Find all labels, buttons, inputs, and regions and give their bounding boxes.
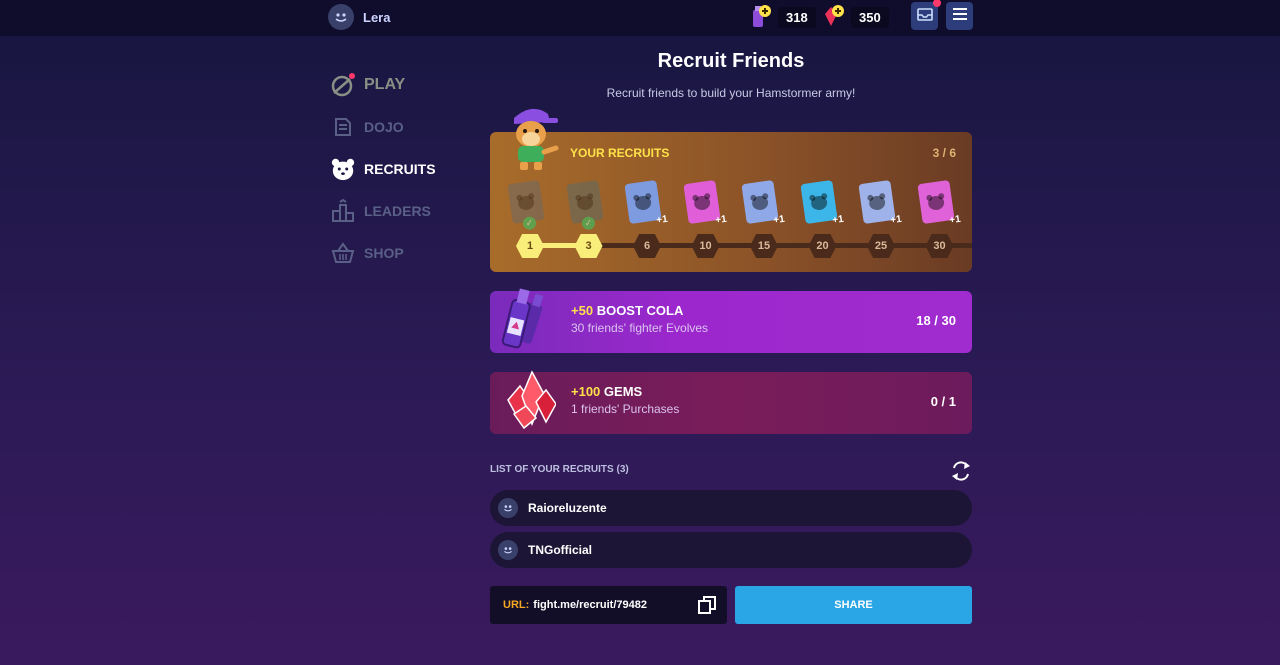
nav-label-play: PLAY [364, 76, 406, 93]
card-bonus: +1 [655, 213, 669, 227]
avatar [498, 540, 518, 560]
gem-icon [823, 4, 845, 31]
reward-boost-cola: +50 BOOST COLA 30 friends' fighter Evolv… [490, 288, 972, 353]
top-bar: Lera 318 350 [0, 0, 1280, 36]
nav-label-leaders: LEADERS [364, 203, 431, 219]
card-bonus: +1 [714, 213, 727, 227]
dojo-icon [330, 114, 356, 140]
milestone-marker: 20 [808, 234, 837, 258]
milestone-track: 1 3 6 10 15 20 25 30 [514, 232, 972, 258]
hamster-mascot-icon [504, 104, 562, 172]
currency-gems[interactable]: 350 [823, 4, 889, 31]
card-bonus: +1 [889, 213, 903, 227]
hamster-skull-icon [574, 193, 593, 211]
recruit-url: fight.me/recruit/79482 [533, 599, 647, 611]
gem-crystal-icon [500, 366, 557, 434]
recruit-reward-card: +1 [799, 179, 844, 226]
inbox-button[interactable] [911, 0, 941, 30]
list-item[interactable]: Raioreluzente [490, 490, 972, 526]
reward-name: BOOST COLA [596, 303, 684, 318]
url-label: URL: [503, 599, 530, 611]
reward-progress: 0 / 1 [930, 394, 956, 409]
checkmark-icon: ✓ [522, 215, 537, 231]
recruits-label: YOUR RECRUITS [570, 146, 670, 160]
nav-item-dojo[interactable]: DOJO [330, 106, 480, 148]
podium-icon [330, 198, 356, 224]
recruit-reward-card: +1 [916, 179, 961, 226]
card-bonus: +1 [948, 213, 961, 227]
recruit-reward-card: ✓ [507, 179, 545, 231]
reward-title: +50 BOOST COLA [571, 303, 683, 318]
nav-item-leaders[interactable]: LEADERS [330, 190, 480, 232]
friend-name: TNGofficial [528, 543, 593, 557]
notification-dot [933, 0, 941, 7]
hamster-skull-icon [633, 193, 652, 211]
reward-name: GEMS [603, 384, 643, 399]
menu-button[interactable] [946, 2, 973, 30]
recruit-reward-card: +1 [858, 179, 902, 226]
recruits-count: 3 / 6 [932, 146, 956, 160]
milestone-marker: 6 [633, 234, 661, 258]
gem-amount: 350 [851, 6, 889, 28]
hamster-skull-icon [808, 193, 827, 211]
recruits-list-header: LIST OF YOUR RECRUITS (3) [490, 464, 629, 475]
recruit-reward-card: +1 [624, 179, 668, 226]
nav-item-recruits[interactable]: RECRUITS [330, 148, 480, 190]
page-subtitle: Recruit friends to build your Hamstormer… [606, 86, 856, 100]
cola-amount: 318 [778, 6, 816, 28]
recruit-reward-card: +1 [741, 179, 785, 226]
reward-amount: +50 [571, 303, 594, 318]
recruits-progress-card: YOUR RECRUITS 3 / 6 ✓ ✓ +1 +1 +1 +1 +1 +1 1 3 6 10… [490, 108, 972, 272]
nav-item-shop[interactable]: SHOP [330, 232, 480, 274]
hamster-icon [330, 156, 356, 182]
share-button[interactable]: SHARE [735, 586, 972, 624]
reward-description: 30 friends' fighter Evolves [571, 321, 709, 335]
user-profile[interactable]: Lera [328, 4, 390, 30]
nav-item-play[interactable]: PLAY [330, 64, 480, 106]
cola-bottle-icon [750, 4, 772, 31]
milestone-marker: 10 [691, 234, 720, 258]
hamster-skull-icon [691, 193, 710, 211]
milestone-marker: 1 [516, 234, 544, 258]
reward-progress: 18 / 30 [916, 313, 956, 328]
copy-icon[interactable] [697, 595, 717, 615]
milestone-marker: 30 [925, 234, 954, 258]
recruit-reward-cards: ✓ ✓ +1 +1 +1 +1 +1 +1 [507, 178, 961, 231]
sidebar-nav: PLAY DOJO RECRUITS LEADERS SHOP [330, 64, 480, 274]
nav-label-recruits: RECRUITS [364, 161, 436, 177]
menu-icon [952, 7, 967, 25]
nav-label-shop: SHOP [364, 245, 404, 261]
avatar [498, 498, 518, 518]
friend-name: Raioreluzente [528, 501, 607, 515]
milestone-marker: 15 [750, 234, 778, 258]
basket-icon [330, 240, 356, 266]
nav-label-dojo: DOJO [364, 119, 404, 135]
reward-title: +100 GEMS [571, 384, 642, 399]
reward-description: 1 friends' Purchases [571, 402, 680, 416]
reward-amount: +100 [571, 384, 601, 399]
currency-cola[interactable]: 318 [750, 4, 816, 31]
cola-bottle-icon [500, 285, 552, 353]
card-bonus: +1 [772, 213, 786, 227]
hamster-skull-icon [925, 193, 944, 211]
hamster-skull-icon [867, 193, 886, 211]
username: Lera [363, 9, 391, 25]
avatar [328, 4, 354, 30]
page-title: Recruit Friends [657, 50, 805, 72]
checkmark-icon: ✓ [580, 215, 596, 231]
card-bonus: +1 [831, 213, 844, 227]
hamster-skull-icon [516, 193, 535, 211]
milestone-marker: 3 [574, 234, 603, 258]
recruit-reward-card: +1 [682, 179, 727, 226]
reward-gems: +100 GEMS 1 friends' Purchases 0 / 1 [490, 370, 972, 434]
refresh-icon[interactable] [950, 460, 972, 482]
recruit-url-field[interactable]: URL: fight.me/recruit/79482 [490, 586, 727, 624]
list-item[interactable]: TNGofficial [490, 532, 972, 568]
inbox-icon [916, 7, 933, 26]
hamster-skull-icon [750, 193, 769, 211]
play-icon [330, 72, 356, 98]
milestone-marker: 25 [867, 234, 895, 258]
recruit-reward-card: ✓ [565, 179, 604, 231]
